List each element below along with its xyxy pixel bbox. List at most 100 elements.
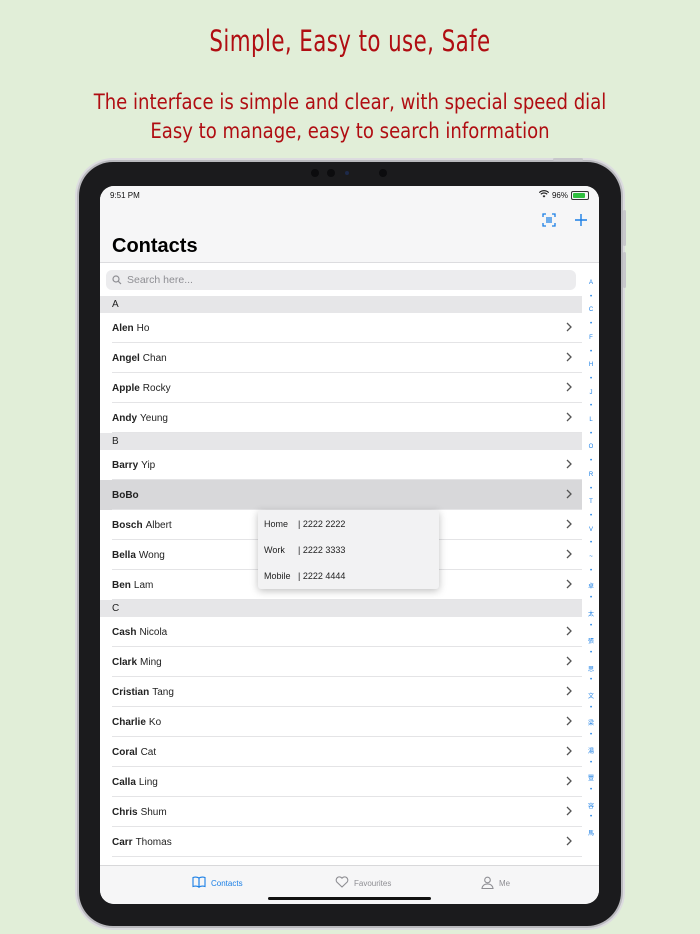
section-header: C bbox=[100, 600, 582, 617]
index-letter[interactable]: • bbox=[583, 513, 599, 519]
contact-row[interactable]: Coral Cat bbox=[100, 737, 582, 767]
contact-last-name: Rocky bbox=[142, 382, 171, 394]
status-bar: 9:51 PM 96% bbox=[100, 186, 599, 206]
contact-first-name: Chris bbox=[112, 806, 138, 818]
promo-subline-1: The interface is simple and clear, with … bbox=[93, 90, 607, 114]
index-letter[interactable]: 容 bbox=[583, 801, 599, 810]
index-letter[interactable]: 文 bbox=[583, 691, 599, 700]
contact-last-name: Ko bbox=[148, 716, 162, 728]
index-letter[interactable]: L bbox=[583, 417, 599, 423]
chevron-right-icon bbox=[566, 626, 572, 639]
index-letter[interactable]: 太 bbox=[583, 609, 599, 618]
contact-row[interactable]: Calla Ling bbox=[100, 767, 582, 797]
index-letter[interactable]: • bbox=[583, 760, 599, 766]
contact-row[interactable]: Alen Ho bbox=[100, 313, 582, 343]
tab-favourites[interactable]: Favourites bbox=[335, 876, 391, 890]
chevron-right-icon bbox=[566, 352, 572, 365]
index-letter[interactable]: • bbox=[583, 787, 599, 793]
index-letter[interactable]: • bbox=[583, 650, 599, 656]
section-index-bar[interactable]: A • C • F • H • J • L • O • R • T • V • ~ • 卓 • 太 • 張 • 思 • 文 • 梁 • 湯 • 豐 • 容 •… bbox=[583, 280, 599, 860]
section-header: B bbox=[100, 433, 582, 450]
contact-row[interactable]: Cash Nicola bbox=[100, 617, 582, 647]
index-letter[interactable]: • bbox=[583, 349, 599, 355]
index-letter[interactable]: • bbox=[583, 294, 599, 300]
contact-row[interactable]: Clark Ming bbox=[100, 647, 582, 677]
contact-first-name: Cristian bbox=[112, 686, 150, 698]
index-letter[interactable]: 思 bbox=[583, 664, 599, 673]
scan-icon[interactable] bbox=[539, 210, 559, 230]
index-letter[interactable]: • bbox=[583, 677, 599, 683]
index-letter[interactable]: • bbox=[583, 568, 599, 574]
contact-row[interactable]: Angel Chan bbox=[100, 343, 582, 373]
contact-row[interactable]: Apple Rocky bbox=[100, 373, 582, 403]
volume-button bbox=[623, 252, 626, 288]
home-indicator bbox=[268, 897, 431, 900]
contact-last-name: Yeung bbox=[140, 412, 168, 424]
wifi-icon bbox=[538, 190, 550, 200]
contact-row[interactable]: Andy Yeung bbox=[100, 403, 582, 433]
contact-row[interactable]: Barry Yip bbox=[100, 450, 582, 480]
index-letter[interactable]: T bbox=[583, 499, 599, 505]
index-letter[interactable]: • bbox=[583, 540, 599, 546]
index-letter[interactable]: 豐 bbox=[583, 773, 599, 782]
contact-row[interactable]: Chris Shum bbox=[100, 797, 582, 827]
index-letter[interactable]: V bbox=[583, 527, 599, 533]
book-icon bbox=[192, 876, 206, 890]
index-letter[interactable]: F bbox=[583, 335, 599, 341]
index-letter[interactable]: 梁 bbox=[583, 718, 599, 727]
contact-last-name: Albert bbox=[145, 519, 172, 531]
contact-first-name: Cash bbox=[112, 626, 137, 638]
tab-contacts[interactable]: Contacts bbox=[192, 876, 243, 890]
index-letter[interactable]: • bbox=[583, 403, 599, 409]
contact-last-name: Thomas bbox=[135, 836, 172, 848]
person-icon bbox=[481, 876, 494, 891]
index-letter[interactable]: 卓 bbox=[583, 581, 599, 590]
index-letter[interactable]: R bbox=[583, 472, 599, 478]
index-letter[interactable]: C bbox=[583, 307, 599, 313]
contact-first-name: Coral bbox=[112, 746, 138, 758]
index-letter[interactable]: • bbox=[583, 431, 599, 437]
navigation-bar: Contacts bbox=[100, 206, 599, 263]
contact-first-name: Alen bbox=[112, 322, 134, 334]
contact-row-selected[interactable]: BoBo bbox=[100, 480, 582, 510]
index-letter[interactable]: • bbox=[583, 623, 599, 629]
contact-last-name: Ming bbox=[140, 656, 162, 668]
contact-first-name: Andy bbox=[112, 412, 137, 424]
index-letter[interactable]: • bbox=[583, 705, 599, 711]
volume-button bbox=[623, 210, 626, 246]
index-letter[interactable]: 張 bbox=[583, 636, 599, 645]
phone-number: | 2222 4444 bbox=[298, 571, 346, 581]
index-letter[interactable]: A bbox=[583, 280, 599, 286]
index-letter[interactable]: ~ bbox=[583, 554, 599, 560]
contact-row[interactable]: Cristian Tang bbox=[100, 677, 582, 707]
index-letter[interactable]: • bbox=[583, 814, 599, 820]
index-letter[interactable]: O bbox=[583, 444, 599, 450]
tab-label: Favourites bbox=[354, 878, 392, 888]
contact-first-name: BoBo bbox=[112, 489, 139, 501]
phone-number: | 2222 3333 bbox=[298, 545, 346, 555]
chevron-right-icon bbox=[566, 806, 572, 819]
promo-subline-2: Easy to manage, easy to search informati… bbox=[150, 119, 550, 143]
add-contact-button[interactable] bbox=[571, 210, 591, 230]
index-letter[interactable]: 馬 bbox=[583, 828, 599, 837]
contact-row[interactable]: Charlie Ko bbox=[100, 707, 582, 737]
chevron-right-icon bbox=[566, 746, 572, 759]
index-letter[interactable]: J bbox=[583, 390, 599, 396]
index-letter[interactable]: 湯 bbox=[583, 746, 599, 755]
search-input[interactable]: Search here... bbox=[106, 270, 576, 290]
contact-first-name: Bella bbox=[112, 549, 136, 561]
contact-row[interactable]: Carr Thomas bbox=[100, 827, 582, 857]
index-letter[interactable]: H bbox=[583, 362, 599, 368]
index-letter[interactable]: • bbox=[583, 732, 599, 738]
chevron-right-icon bbox=[566, 656, 572, 669]
search-icon bbox=[112, 275, 122, 285]
contact-last-name: Lam bbox=[133, 579, 154, 591]
index-letter[interactable]: • bbox=[583, 458, 599, 464]
index-letter[interactable]: • bbox=[583, 321, 599, 327]
tab-me[interactable]: Me bbox=[481, 876, 510, 891]
index-letter[interactable]: • bbox=[583, 595, 599, 601]
chevron-right-icon bbox=[566, 579, 572, 592]
contact-last-name: Wong bbox=[138, 549, 165, 561]
index-letter[interactable]: • bbox=[583, 376, 599, 382]
index-letter[interactable]: • bbox=[583, 486, 599, 492]
